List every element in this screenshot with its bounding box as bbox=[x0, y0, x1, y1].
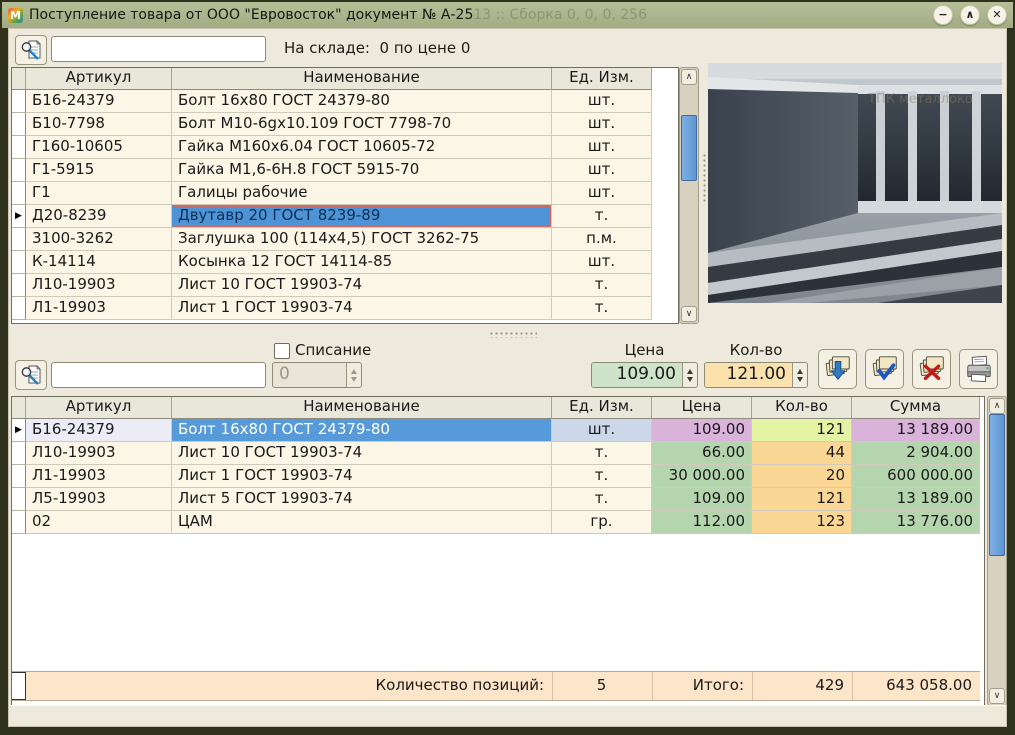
catalog-header-row: Артикул Наименование Ед. Изм. bbox=[12, 68, 678, 90]
price-label: Цена bbox=[591, 341, 698, 359]
product-photo: ТПК металлоко bbox=[708, 63, 1002, 303]
writeoff-checkbox[interactable] bbox=[274, 343, 290, 359]
price-spinner[interactable]: 109.00 bbox=[591, 362, 698, 388]
table-row[interactable]: Б16-24379 Болт 16х80 ГОСТ 24379-80 шт. bbox=[12, 90, 678, 113]
writeoff-qty-value: 0 bbox=[273, 363, 346, 387]
spinner-arrows[interactable] bbox=[792, 363, 807, 387]
header-unit: Ед. Изм. bbox=[552, 68, 652, 90]
stack-down-arrow-icon bbox=[823, 354, 853, 384]
lower-search-input[interactable] bbox=[51, 362, 266, 388]
search-document-icon bbox=[20, 39, 42, 61]
search-document-icon bbox=[20, 364, 42, 386]
minimize-button[interactable]: − bbox=[933, 5, 953, 25]
lower-search-button[interactable] bbox=[15, 360, 47, 390]
stock-label: На складе: 0 по цене 0 bbox=[284, 39, 470, 57]
status-strip bbox=[9, 705, 1006, 726]
table-row-selected[interactable]: ▶ Б16-24379 Болт 16х80 ГОСТ 24379-80 шт.… bbox=[12, 419, 984, 442]
qty-value[interactable]: 121.00 bbox=[705, 363, 792, 387]
scroll-up-button[interactable]: ∧ bbox=[681, 69, 697, 85]
total-label: Итого: bbox=[652, 672, 752, 700]
totals-row: Количество позиций: 5 Итого: 429 643 058… bbox=[12, 671, 980, 701]
stack-check-icon bbox=[870, 354, 900, 384]
table-row[interactable]: Л10-19903 Лист 10 ГОСТ 19903-74 т. 66.00… bbox=[12, 442, 984, 465]
selected-cell: Двутавр 20 ГОСТ 8239-89 bbox=[172, 205, 552, 228]
scroll-up-button[interactable]: ∧ bbox=[989, 398, 1005, 414]
table-row[interactable]: Г160-10605 Гайка М160х6.04 ГОСТ 10605-72… bbox=[12, 136, 678, 159]
print-document-button[interactable] bbox=[959, 349, 998, 389]
client-area: На складе: 0 по цене 0 Артикул Наименова… bbox=[8, 28, 1007, 727]
price-value[interactable]: 109.00 bbox=[592, 363, 682, 387]
lower-scrollbar[interactable]: ∧ ∨ bbox=[987, 396, 1007, 706]
add-to-document-button[interactable] bbox=[818, 349, 857, 389]
scroll-down-button[interactable]: ∨ bbox=[989, 688, 1005, 704]
table-row[interactable]: 02 ЦАМ гр. 112.00 123 13 776.00 bbox=[12, 511, 984, 534]
header-name: Наименование bbox=[172, 397, 552, 419]
window-controls: − ∧ ✕ bbox=[933, 5, 1007, 25]
table-row-selected[interactable]: ▶ Д20-8239 Двутавр 20 ГОСТ 8239-89 т. bbox=[12, 205, 678, 228]
stack-delete-icon bbox=[917, 354, 947, 384]
confirm-document-button[interactable] bbox=[865, 349, 904, 389]
close-button[interactable]: ✕ bbox=[987, 5, 1007, 25]
header-sum: Сумма bbox=[852, 397, 980, 419]
table-row[interactable]: Л1-19903 Лист 1 ГОСТ 19903-74 т. 30 000.… bbox=[12, 465, 984, 488]
scroll-down-button[interactable]: ∨ bbox=[681, 306, 697, 322]
selected-cell: Болт 16х80 ГОСТ 24379-80 bbox=[172, 419, 552, 442]
scrollbar-thumb[interactable] bbox=[681, 115, 697, 181]
table-row[interactable]: Г1-5915 Гайка М1,6-6Н.8 ГОСТ 5915-70 шт. bbox=[12, 159, 678, 182]
table-row[interactable]: Л10-19903 Лист 10 ГОСТ 19903-74 т. bbox=[12, 274, 678, 297]
table-row[interactable]: Л1-19903 Лист 1 ГОСТ 19903-74 т. bbox=[12, 297, 678, 320]
maximize-button[interactable]: ∧ bbox=[960, 5, 980, 25]
printer-icon bbox=[964, 354, 994, 384]
writeoff-label: Списание bbox=[295, 341, 371, 359]
window-title: Поступление товара от ООО "Евровосток" д… bbox=[29, 7, 473, 23]
header-name: Наименование bbox=[172, 68, 552, 90]
upper-search-button[interactable] bbox=[15, 35, 47, 65]
header-price: Цена bbox=[652, 397, 752, 419]
total-qty-value: 429 bbox=[752, 672, 852, 700]
writeoff-qty-spinner[interactable]: 0 bbox=[272, 362, 362, 388]
header-art: Артикул bbox=[26, 397, 172, 419]
scrollbar-thumb[interactable] bbox=[989, 414, 1005, 556]
catalog-table: Артикул Наименование Ед. Изм. Б16-24379 … bbox=[11, 67, 679, 324]
positions-count-label: Количество позиций: bbox=[26, 672, 552, 700]
table-row[interactable]: Б10-7798 Болт М10-6gх10.109 ГОСТ 7798-70… bbox=[12, 113, 678, 136]
spinner-arrows[interactable] bbox=[346, 363, 361, 387]
header-unit: Ед. Изм. bbox=[552, 397, 652, 419]
app-icon: M bbox=[8, 8, 23, 23]
app-window: M Поступление товара от ООО "Евровосток"… bbox=[0, 0, 1015, 735]
table-row[interactable]: Л5-19903 Лист 5 ГОСТ 19903-74 т. 109.00 … bbox=[12, 488, 984, 511]
row-marker: ▶ bbox=[12, 205, 26, 228]
row-marker: ▶ bbox=[12, 419, 26, 442]
document-table: Артикул Наименование Ед. Изм. Цена Кол-в… bbox=[11, 396, 985, 706]
header-art: Артикул bbox=[26, 68, 172, 90]
document-header-row: Артикул Наименование Ед. Изм. Цена Кол-в… bbox=[12, 397, 984, 419]
header-qty: Кол-во bbox=[752, 397, 852, 419]
photo-watermark: ТПК металлоко bbox=[867, 92, 973, 107]
qty-label: Кол-во bbox=[704, 341, 808, 359]
upper-search-input[interactable] bbox=[51, 36, 266, 62]
titlebar[interactable]: M Поступление товара от ООО "Евровосток"… bbox=[2, 2, 1013, 28]
positions-count-value: 5 bbox=[552, 672, 652, 700]
qty-spinner[interactable]: 121.00 bbox=[704, 362, 808, 388]
total-sum-value: 643 058.00 bbox=[852, 672, 980, 700]
table-row[interactable]: 3100-3262 Заглушка 100 (114х4,5) ГОСТ 32… bbox=[12, 228, 678, 251]
table-row[interactable]: К-14114 Косынка 12 ГОСТ 14114-85 шт. bbox=[12, 251, 678, 274]
spinner-arrows[interactable] bbox=[682, 363, 697, 387]
delete-position-button[interactable] bbox=[912, 349, 951, 389]
upper-scrollbar[interactable]: ∧ ∨ bbox=[679, 67, 699, 324]
window-title-ghost: 13 :: Сборка 0, 0, 0, 256 bbox=[473, 7, 647, 23]
horizontal-splitter-grip[interactable] bbox=[489, 331, 537, 338]
table-row[interactable]: Г1 Галицы рабочие шт. bbox=[12, 182, 678, 205]
